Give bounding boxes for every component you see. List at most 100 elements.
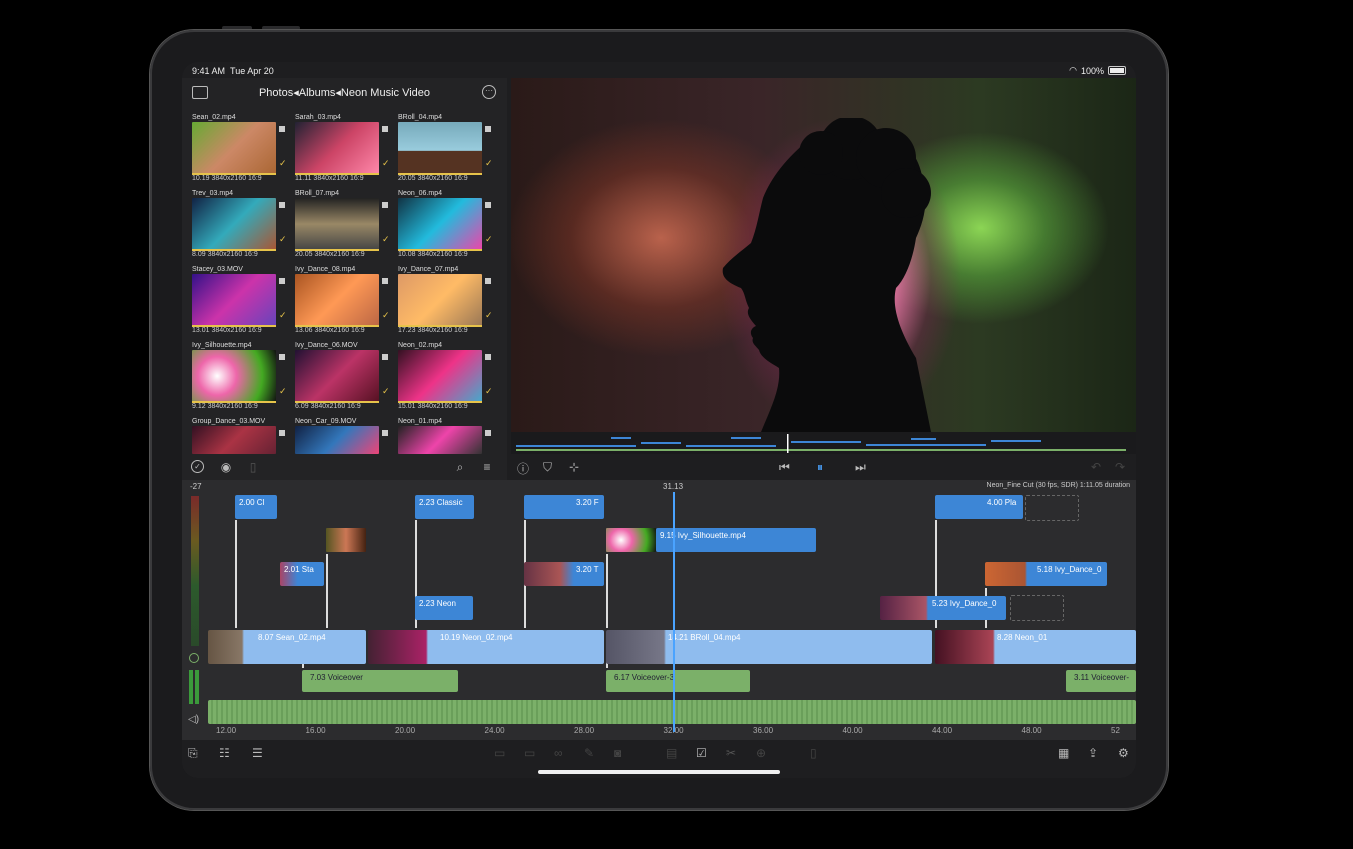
clip-thumbnail[interactable] xyxy=(398,426,482,454)
title-clip[interactable]: 2.00 Cl xyxy=(235,495,277,519)
clip-thumbnail[interactable] xyxy=(326,528,366,552)
placeholder-clip[interactable] xyxy=(1025,495,1079,521)
info-icon[interactable]: ⓘ xyxy=(517,460,529,477)
clip-thumbnail[interactable] xyxy=(192,122,276,174)
overwrite-icon[interactable]: ▭ xyxy=(524,746,535,760)
clip-thumbnail[interactable] xyxy=(192,274,276,326)
clip-tile[interactable]: BRoll_07.mp4 20.05 3840x2160 16:9 ✓ xyxy=(295,190,391,264)
trash-icon[interactable]: ▯ xyxy=(246,460,260,474)
clip-thumbnail[interactable] xyxy=(398,198,482,250)
settings-gear-icon[interactable]: ⚙ xyxy=(1118,746,1129,760)
clip-thumbnail[interactable] xyxy=(398,274,482,326)
browser-footer: ✓ ◉ ▯ ⌕ ≡ xyxy=(182,456,507,480)
clip-tile[interactable]: Trev_03.mp4 8.09 3840x2160 16:9 ✓ xyxy=(192,190,288,264)
connected-clip[interactable]: 5.23 Ivy_Dance_0 xyxy=(880,596,1006,620)
record-icon[interactable]: ◉ xyxy=(219,460,233,474)
voiceover-clip[interactable]: 7.03 Voiceover xyxy=(302,670,458,692)
placeholder-clip[interactable] xyxy=(1010,595,1064,621)
clip-tile[interactable]: Ivy_Silhouette.mp4 9.12 3840x2160 16:9 ✓ xyxy=(192,342,288,416)
clip-meta: 11.11 3840x2160 16:9 xyxy=(295,175,364,182)
connected-clip[interactable]: 9.15 Ivy_Silhouette.mp4 xyxy=(656,528,816,552)
timeline[interactable]: -27 31.13 Neon_Fine Cut (30 fps, SDR) 1:… xyxy=(182,480,1136,740)
clip-thumbnail[interactable] xyxy=(398,122,482,174)
clip-tile[interactable]: BRoll_04.mp4 20.05 3840x2160 16:9 ✓ xyxy=(398,114,494,188)
title-clip[interactable]: 4.00 Pla xyxy=(935,495,1023,519)
share-icon[interactable]: ⇪ xyxy=(1088,746,1098,760)
pencil-icon[interactable]: ✎ xyxy=(584,746,594,760)
inspector-icon[interactable]: ☷ xyxy=(219,746,230,760)
primary-clip[interactable]: 8.28 Neon_01 xyxy=(935,630,1136,664)
used-range-bar xyxy=(192,249,276,251)
video-viewer[interactable] xyxy=(511,78,1136,432)
delete-icon[interactable]: ▯ xyxy=(810,746,817,760)
sort-icon[interactable]: ≡ xyxy=(480,460,494,474)
clip-meta: 17.23 3840x2160 16:9 xyxy=(398,327,468,334)
layout-icon[interactable]: ▦ xyxy=(1058,746,1069,760)
clip-meta: 6.09 3840x2160 16:9 xyxy=(295,403,361,410)
title-clip[interactable]: 3.20 F xyxy=(524,495,604,519)
search-icon[interactable]: ⌕ xyxy=(453,460,467,474)
undo-icon[interactable]: ↶ xyxy=(1091,460,1101,474)
clip-thumbnail[interactable] xyxy=(295,274,379,326)
clip-thumbnail[interactable] xyxy=(192,350,276,402)
browser-breadcrumb[interactable]: Photos◂Albums◂Neon Music Video xyxy=(182,86,507,99)
clip-thumbnail[interactable] xyxy=(295,122,379,174)
connected-clip[interactable]: 3.20 T xyxy=(524,562,604,586)
connected-clip[interactable]: 2.23 Neon xyxy=(415,596,473,620)
timeline-index-icon[interactable]: ☰ xyxy=(252,746,263,760)
primary-clip[interactable]: 10.19 Neon_02.mp4 xyxy=(368,630,604,664)
import-icon[interactable]: ⎘ xyxy=(188,746,198,761)
more-icon[interactable]: ··· xyxy=(482,85,496,99)
add-icon[interactable]: ⊕ xyxy=(756,746,766,760)
clip-tile[interactable]: Ivy_Dance_07.mp4 17.23 3840x2160 16:9 ✓ xyxy=(398,266,494,340)
list-icon[interactable]: ▤ xyxy=(666,746,677,760)
clip-thumbnail[interactable] xyxy=(192,198,276,250)
clip-badge-icon xyxy=(485,202,491,208)
insert-icon[interactable]: ▭ xyxy=(494,746,505,760)
clip-tile[interactable]: Stacey_03.MOV 13.01 3840x2160 16:9 ✓ xyxy=(192,266,288,340)
select-check-icon[interactable]: ✓ xyxy=(191,460,204,473)
speaker-icon[interactable]: ◁) xyxy=(188,714,199,725)
marker-icon[interactable]: ⛉ xyxy=(543,460,552,475)
clip-thumbnail[interactable] xyxy=(192,426,276,454)
voiceover-add-icon[interactable]: ⊹ xyxy=(569,460,579,474)
clip-name: Sarah_03.mp4 xyxy=(295,114,341,121)
ruler-tick-label: 12.00 xyxy=(216,726,237,735)
voiceover-clip[interactable]: 3.11 Voiceover- xyxy=(1066,670,1136,692)
viewer-scrubber[interactable] xyxy=(511,432,1136,454)
select-icon[interactable]: ☑ xyxy=(696,746,707,760)
clip-tile[interactable]: Neon_06.mp4 10.08 3840x2160 16:9 ✓ xyxy=(398,190,494,264)
clip-meta: 15.01 3840x2160 16:9 xyxy=(398,403,468,410)
clip-tile[interactable]: Ivy_Dance_06.MOV 6.09 3840x2160 16:9 ✓ xyxy=(295,342,391,416)
redo-icon[interactable]: ↷ xyxy=(1115,460,1125,474)
music-track[interactable] xyxy=(208,700,1136,724)
primary-clip[interactable]: 14.21 BRoll_04.mp4 xyxy=(606,630,932,664)
clip-meta: 20.05 3840x2160 16:9 xyxy=(398,175,468,182)
skip-forward-icon[interactable]: ⏭ xyxy=(855,460,866,475)
clip-tile[interactable]: Sean_02.mp4 10.19 3840x2160 16:9 ✓ xyxy=(192,114,288,188)
connected-clip[interactable]: 5.18 Ivy_Dance_0 xyxy=(985,562,1107,586)
clip-meta: 9.12 3840x2160 16:9 xyxy=(192,403,258,410)
clip-thumbnail[interactable] xyxy=(398,350,482,402)
clip-thumbnail[interactable] xyxy=(295,198,379,250)
clip-meta: 10.19 3840x2160 16:9 xyxy=(192,175,262,182)
camera-icon[interactable]: ◙ xyxy=(614,746,621,760)
skip-back-icon[interactable]: ⏮ xyxy=(779,460,790,475)
status-bar: 9:41 AM Tue Apr 20 ◠ 100% xyxy=(182,62,1136,78)
pause-icon[interactable]: ⏸ xyxy=(817,460,823,475)
playhead[interactable] xyxy=(673,492,675,732)
clip-tile[interactable]: Ivy_Dance_08.mp4 13.06 3840x2160 16:9 ✓ xyxy=(295,266,391,340)
primary-clip[interactable]: 8.07 Sean_02.mp4 xyxy=(208,630,366,664)
title-clip[interactable]: 2.23 Classic xyxy=(415,495,474,519)
clip-badge-icon xyxy=(279,126,285,132)
clip-tile[interactable]: Sarah_03.mp4 11.11 3840x2160 16:9 ✓ xyxy=(295,114,391,188)
voiceover-clip[interactable]: 6.17 Voiceover-3 xyxy=(606,670,750,692)
scissors-icon[interactable]: ✂ xyxy=(726,746,736,760)
clip-thumbnail[interactable] xyxy=(295,350,379,402)
clip-tile[interactable]: Neon_02.mp4 15.01 3840x2160 16:9 ✓ xyxy=(398,342,494,416)
clip-thumbnail[interactable] xyxy=(295,426,379,454)
connected-clip[interactable]: 2.01 Sta xyxy=(280,562,324,586)
clip-meta: 8.09 3840x2160 16:9 xyxy=(192,251,258,258)
link-icon[interactable]: ∞ xyxy=(554,746,563,760)
clip-thumbnail[interactable] xyxy=(606,528,656,552)
